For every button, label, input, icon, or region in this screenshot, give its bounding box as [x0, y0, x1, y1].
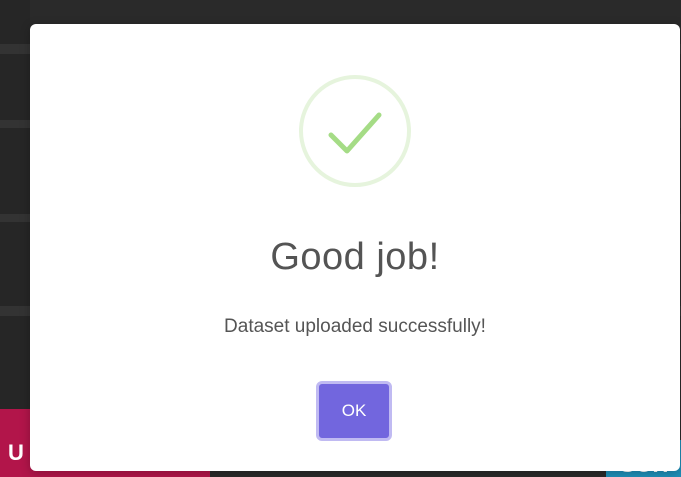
- background-strip: [0, 0, 30, 477]
- dialog-title: Good job!: [270, 236, 440, 278]
- checkmark-icon: [299, 75, 411, 187]
- ok-button[interactable]: OK: [316, 381, 392, 441]
- background-action-button-label: U: [8, 440, 24, 465]
- dialog-message: Dataset uploaded successfully!: [224, 316, 486, 337]
- success-dialog: Good job! Dataset uploaded successfully!…: [30, 24, 680, 471]
